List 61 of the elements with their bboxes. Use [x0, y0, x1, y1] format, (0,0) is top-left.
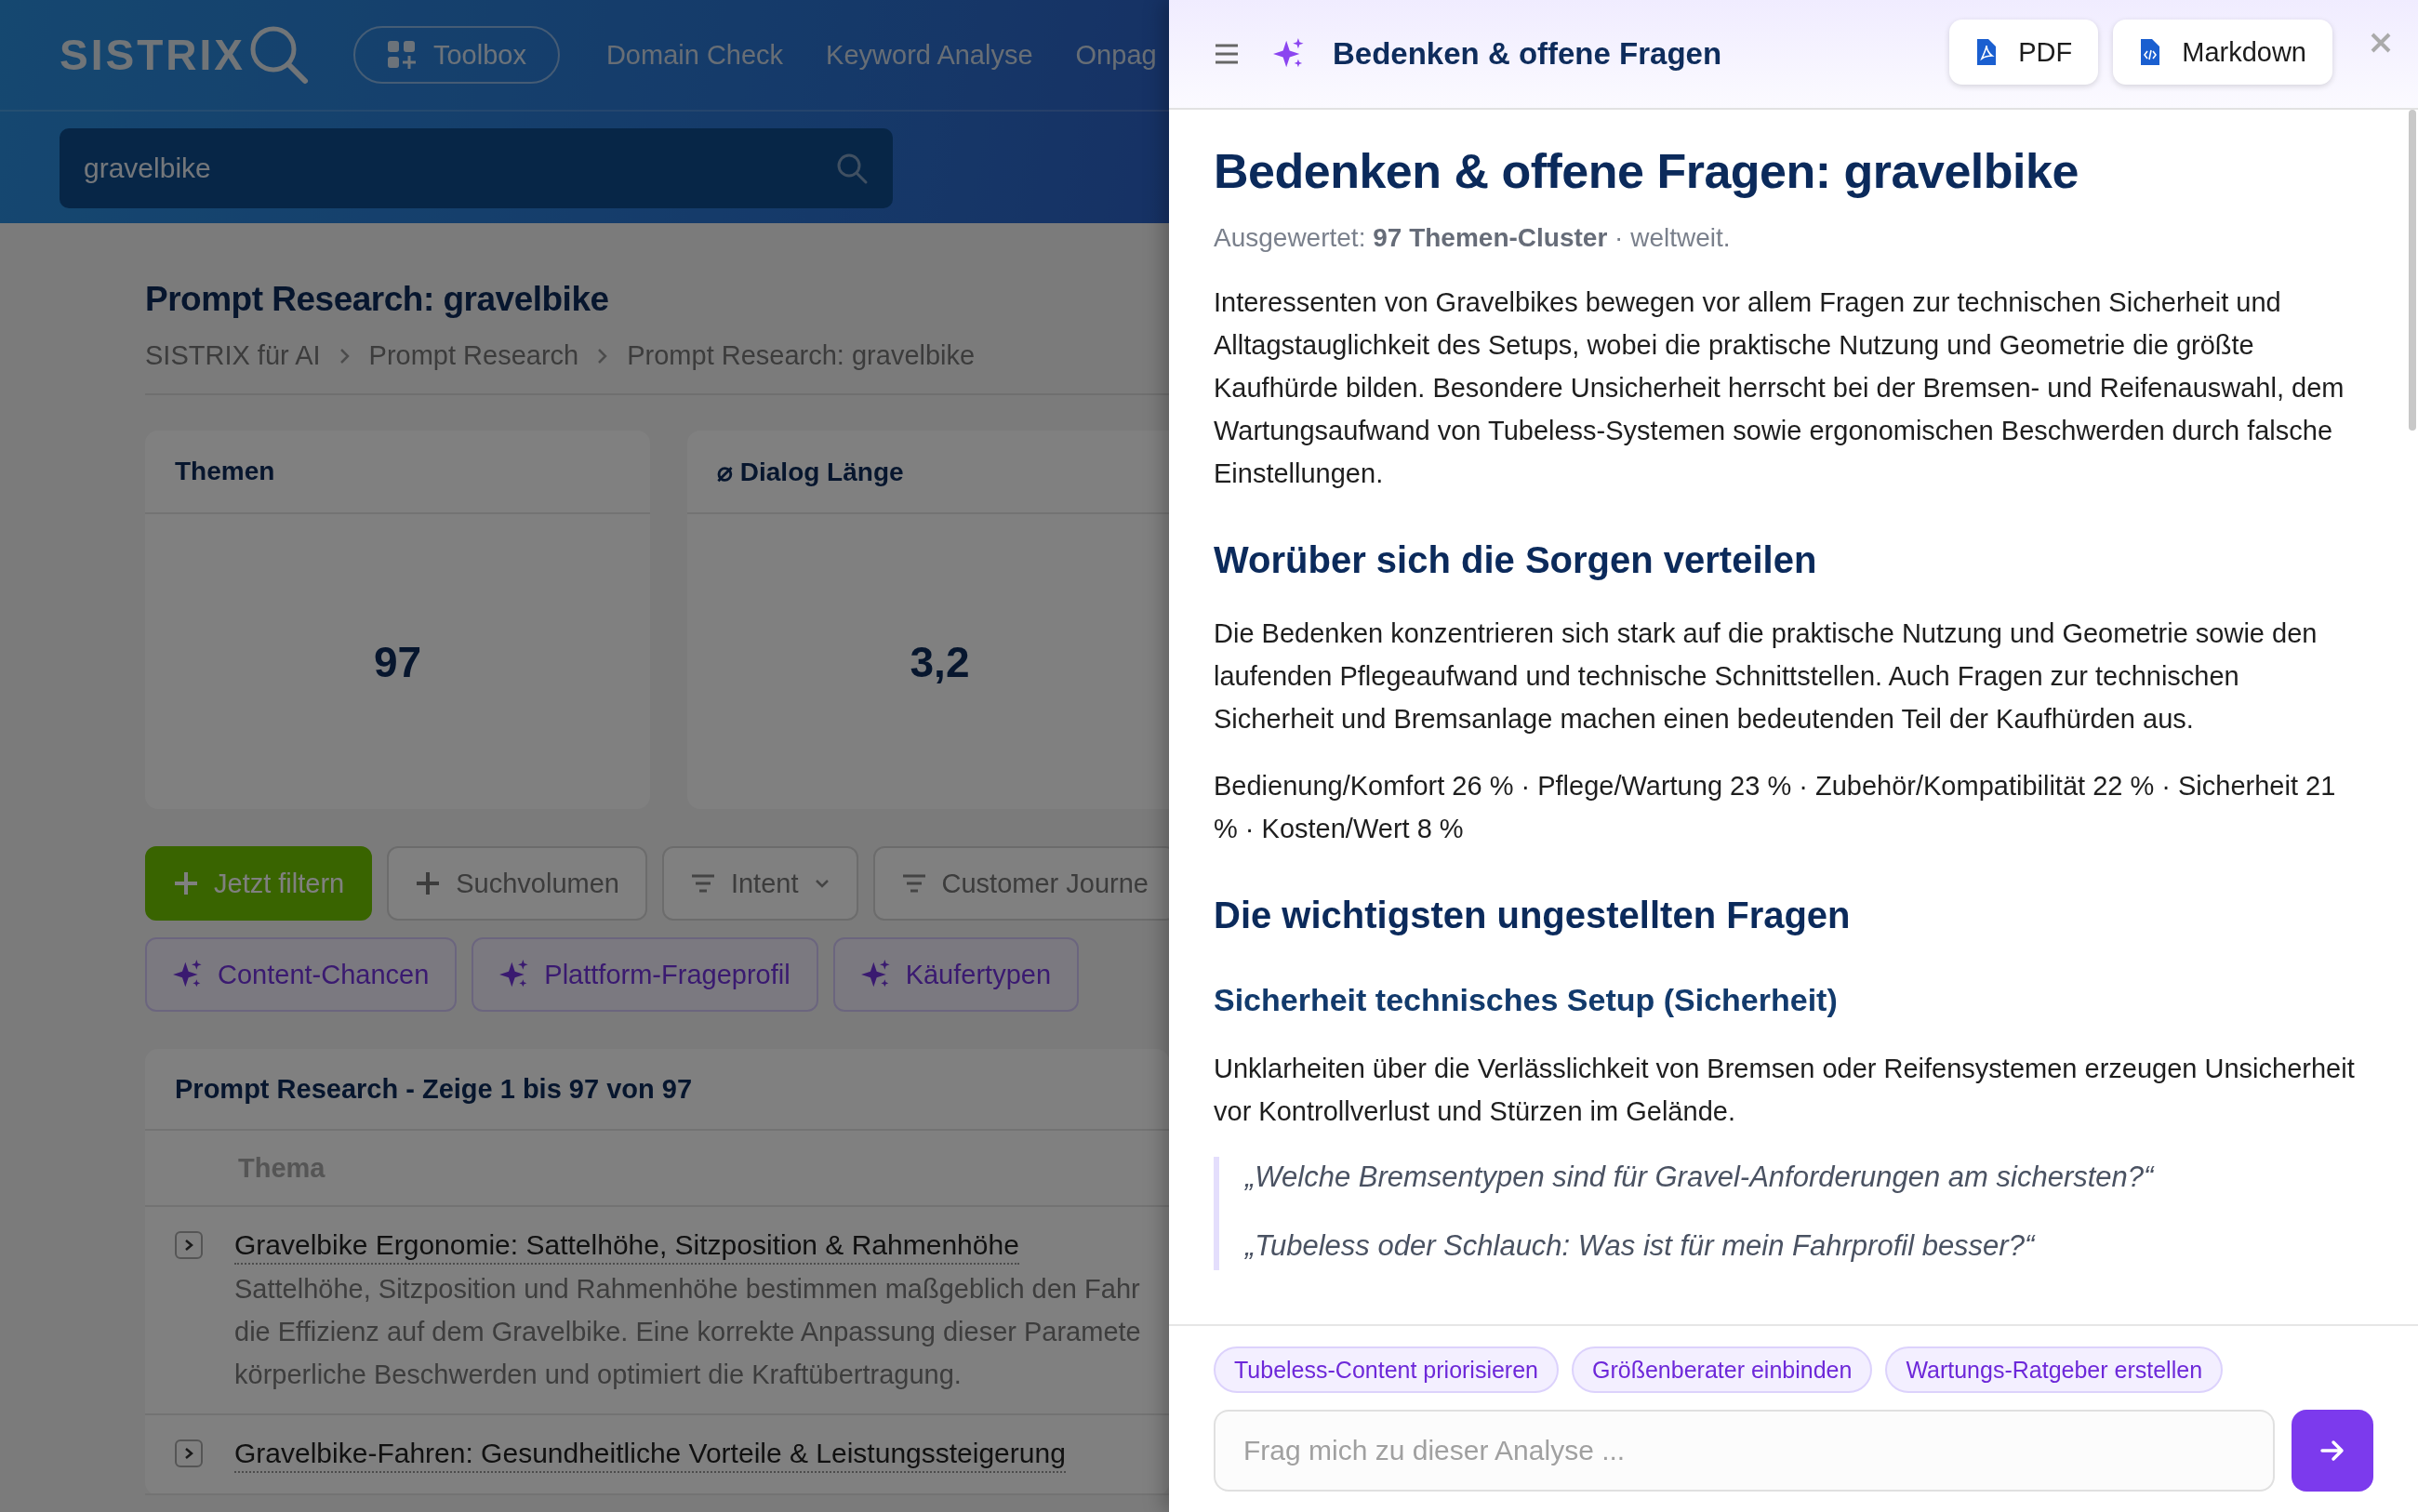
scrollbar[interactable]: [2409, 110, 2416, 431]
breadcrumb-link[interactable]: SISTRIX für AI: [145, 340, 321, 371]
body-text: Interessenten von Gravelbikes bewegen vor allem Fragen zur technischen Sicherheit und Alltagstauglichkeit des Setups, wobei die praktische Nutzung und Geometrie die größte Kaufhürde bilden. Besondere Unsicherheit herrscht bei der Bremsen- und Reifenauswahl, dem Wartungsaufwand von Tubeless-Systemen sowie ergonomischen Beschwerden durch falsche Einstellungen.: [1214, 286, 2345, 490]
suggestion-chip[interactable]: Größenberater einbinden: [1572, 1346, 1873, 1393]
ai-analysis-button[interactable]: Content-Chancen: [145, 937, 458, 1012]
search-field[interactable]: gravelbike: [60, 128, 893, 208]
filter-button[interactable]: Intent: [661, 846, 858, 921]
report-meta: Ausgewertet: 97 Themen-Cluster · weltweit.: [1214, 222, 1732, 254]
nav-link[interactable]: Domain Check: [605, 39, 784, 71]
topic-link[interactable]: Gravelbike Ergonomie: Sattelhöhe, Sitzposition & Rahmenhöhe: [234, 1227, 1019, 1265]
stat-value: 97: [373, 636, 422, 687]
topic-description: Sattelhöhe, Sitzposition und Rahmenhöhe bestimmen maßgeblich den Fahr: [234, 1273, 1140, 1306]
export-button[interactable]: PDF: [1949, 20, 2099, 85]
code-file-icon: [2139, 39, 2162, 65]
stat-value: 3,2: [910, 636, 970, 687]
chevron-right-icon: [183, 1239, 194, 1252]
breadcrumb-link[interactable]: Prompt Research: gravelbike: [627, 340, 976, 371]
plus-icon: [415, 870, 442, 896]
breadcrumb-link[interactable]: Prompt Research: [368, 340, 579, 371]
sparkle-icon: [499, 960, 530, 989]
body-text: Unklarheiten über die Verlässlichkeit von Bremsen oder Reifensystemen erzeugen Unsicherheit vor Kontrollverlust und Stürzen im Gelände.: [1214, 1053, 2356, 1128]
card-title: Themen: [175, 457, 275, 486]
example-question: „Tubeless oder Schlauch: Was ist für mein Fahrprofil besser?“: [1245, 1228, 2037, 1264]
toolbox-button[interactable]: Toolbox: [352, 26, 560, 84]
topic-description: die Effizienz auf dem Gravelbike. Eine korrekte Anpassung dieser Paramete: [234, 1316, 1141, 1348]
suggestion-chip[interactable]: Tubeless-Content priorisieren: [1214, 1346, 1559, 1393]
ai-analysis-button[interactable]: Plattform-Frageprofil: [472, 937, 818, 1012]
body-text: Bedienung/Komfort 26 % · Pflege/Wartung 23 % · Zubehör/Kompatibilität 22 % · Sicherheit 21 % · Kosten/Wert 8 %: [1214, 770, 2337, 845]
filter-button[interactable]: Jetzt filtern: [145, 846, 373, 921]
expand-button[interactable]: [175, 1231, 203, 1259]
sparkle-icon: [860, 960, 891, 989]
caret-icon: [813, 878, 830, 889]
suggestion-chip[interactable]: Wartungs-Ratgeber erstellen: [1885, 1346, 2224, 1393]
chat-input[interactable]: Frag mich zu dieser Analyse ...: [1214, 1410, 2275, 1492]
panel-title: Bedenken & offene Fragen: [1333, 36, 1722, 72]
subsection-heading: Sicherheit technisches Setup (Sicherheit): [1214, 981, 1839, 1019]
filter-button[interactable]: Suchvolumen: [387, 846, 647, 921]
sparkle-icon: [173, 960, 203, 989]
table-title: Prompt Research - Zeige 1 bis 97 von 97: [175, 1073, 693, 1105]
send-button[interactable]: [2292, 1410, 2373, 1492]
page-title: Prompt Research: gravelbike: [145, 279, 610, 320]
nav-link[interactable]: Keyword Analyse: [826, 39, 1033, 71]
expand-button[interactable]: [175, 1439, 203, 1467]
filter-button[interactable]: Customer Journe: [872, 846, 1169, 921]
body-text: Die Bedenken konzentrieren sich stark auf die praktische Nutzung und Geometrie sowie den laufenden Pflegeaufwand und technische Schnittstellen. Auch Fragen zur technischen Sicherheit und Bremsanlage machen einen bedeutenden Teil der Kaufhürden aus.: [1214, 617, 2318, 736]
export-button[interactable]: Markdown: [2113, 20, 2332, 85]
logo-text: SISTRIX: [60, 30, 246, 80]
chevron-right-icon: [183, 1447, 194, 1460]
card-title: ⌀ Dialog Länge: [717, 456, 904, 487]
menu-icon[interactable]: [1214, 43, 1240, 65]
nav-link[interactable]: Onpag: [1075, 39, 1157, 71]
section-heading: Worüber sich die Sorgen verteilen: [1214, 538, 1818, 582]
report-heading: Bedenken & offene Fragen: gravelbike: [1214, 143, 2079, 200]
topic-description: körperliche Beschwerden und optimiert die Kraftübertragung.: [234, 1359, 962, 1391]
topic-link[interactable]: Gravelbike-Fahren: Gesundheitliche Vorteile & Leistungssteigerung: [234, 1436, 1066, 1473]
example-question: „Welche Bremsentypen sind für Gravel-Anforderungen am sichersten?“: [1245, 1160, 2156, 1195]
section-heading: Die wichtigsten ungestellten Fragen: [1214, 894, 1852, 937]
ai-analysis-button[interactable]: Käufertypen: [832, 937, 1080, 1012]
plus-icon: [173, 870, 199, 896]
grid-plus-icon: [386, 40, 417, 70]
pdf-file-icon: [1975, 39, 1999, 65]
